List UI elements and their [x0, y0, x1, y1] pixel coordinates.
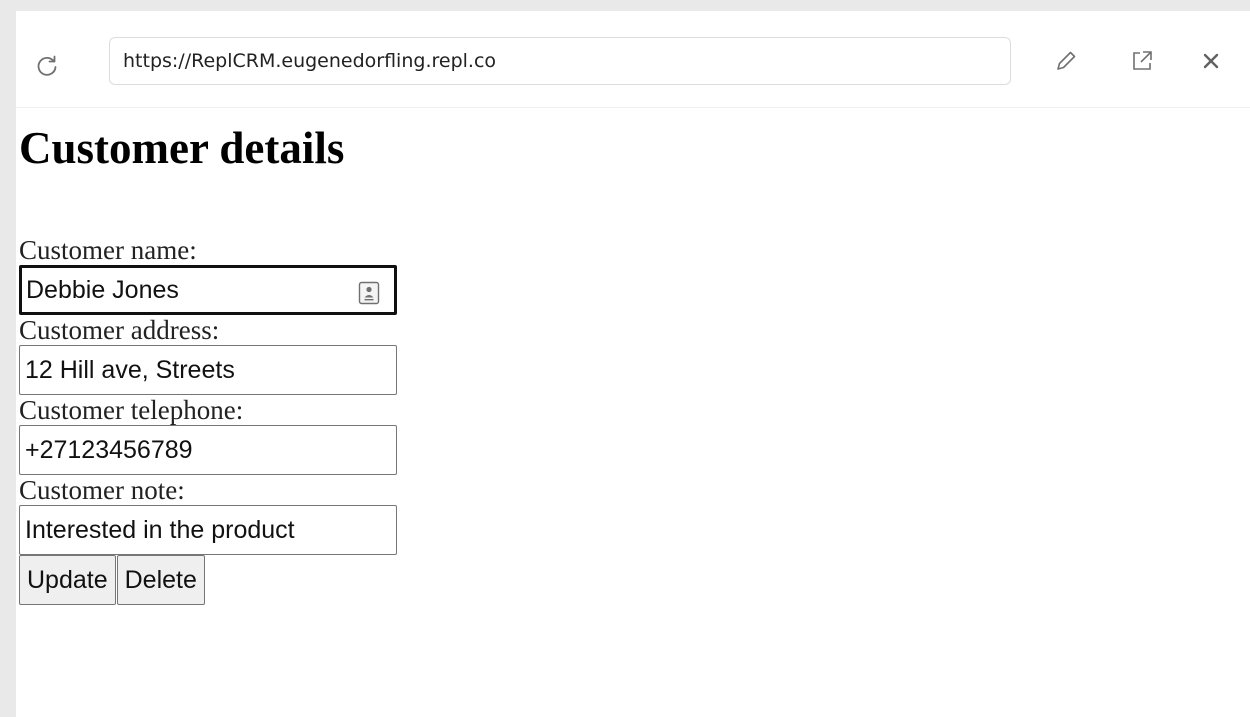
update-button[interactable]: Update	[19, 555, 116, 605]
browser-toolbar: https://ReplCRM.eugenedorfling.repl.co	[16, 11, 1250, 108]
reload-icon[interactable]	[35, 55, 59, 79]
delete-button[interactable]: Delete	[116, 555, 205, 605]
customer-note-input[interactable]: Interested in the product	[19, 505, 397, 555]
address-bar[interactable]: https://ReplCRM.eugenedorfling.repl.co	[109, 37, 1011, 85]
customer-telephone-value: +27123456789	[25, 436, 193, 464]
customer-note-label: Customer note:	[19, 475, 185, 505]
customer-name-label: Customer name:	[19, 235, 197, 265]
customer-telephone-input[interactable]: +27123456789	[19, 425, 397, 475]
page-content: Customer details Customer name: Debbie J…	[19, 120, 397, 605]
customer-address-label: Customer address:	[19, 315, 220, 345]
customer-address-value: 12 Hill ave, Streets	[25, 356, 235, 384]
edit-icon[interactable]	[1054, 49, 1078, 73]
close-icon[interactable]	[1199, 49, 1223, 73]
customer-form: Customer name: Debbie Jones Customer add…	[19, 235, 419, 605]
page-title: Customer details	[19, 123, 345, 173]
customer-note-value: Interested in the product	[25, 516, 295, 544]
customer-telephone-label: Customer telephone:	[19, 395, 244, 425]
form-actions: Update Delete	[19, 555, 419, 605]
customer-name-value: Debbie Jones	[26, 276, 179, 304]
contact-card-icon[interactable]	[357, 276, 381, 305]
customer-name-input[interactable]: Debbie Jones	[19, 265, 397, 315]
open-external-icon[interactable]	[1130, 49, 1154, 73]
customer-address-input[interactable]: 12 Hill ave, Streets	[19, 345, 397, 395]
